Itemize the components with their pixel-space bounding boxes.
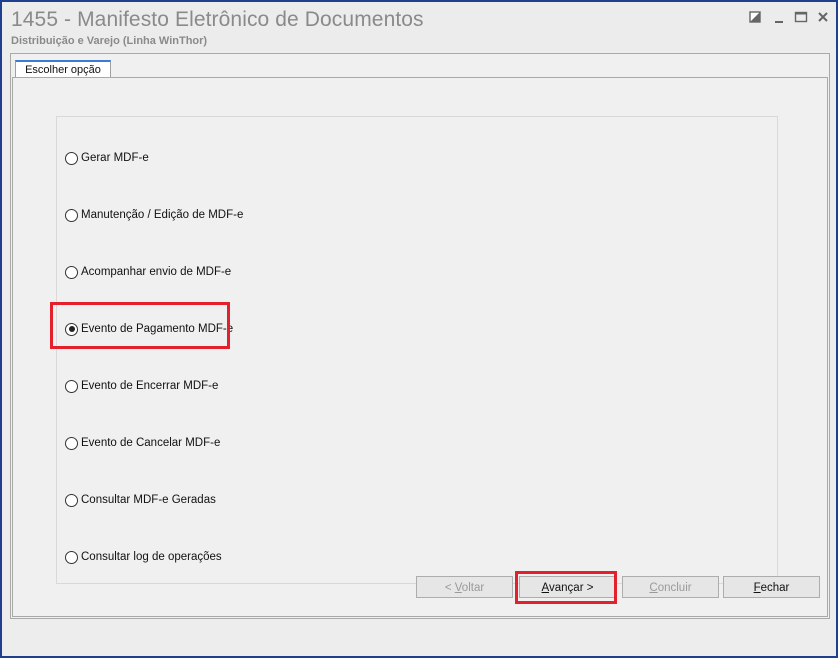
finish-button-label: oncluir [657,582,692,594]
option-gerar-mdfe[interactable]: Gerar MDF-e [65,150,149,166]
radio-button[interactable] [65,151,78,165]
option-manutencao-edicao[interactable]: Manutenção / Edição de MDF-e [65,207,243,223]
window-title: 1455 - Manifesto Eletrônico de Documento… [11,8,424,31]
title-bar[interactable]: 1455 - Manifesto Eletrônico de Documento… [2,2,836,50]
radio-button[interactable] [65,550,78,564]
main-window: 1455 - Manifesto Eletrônico de Documento… [0,0,838,658]
finish-button-hotkey: C [649,582,658,594]
option-label: Consultar MDF-e Geradas [81,494,216,506]
back-button-label: oltar [461,582,485,594]
option-label: Consultar log de operações [81,551,222,563]
minimize-icon[interactable] [772,10,790,26]
option-label: Evento de Encerrar MDF-e [81,380,219,392]
option-label: Evento de Cancelar MDF-e [81,437,221,449]
option-label: Gerar MDF-e [81,152,149,164]
back-button[interactable]: < Voltar [416,576,513,598]
finish-button[interactable]: Concluir [622,576,719,598]
option-consultar-log[interactable]: Consultar log de operações [65,549,222,565]
close-button-label: echar [760,582,790,594]
radio-button[interactable] [65,379,78,393]
highlight-box-selected-option [50,302,230,349]
radio-button[interactable] [65,436,78,450]
option-consultar-geradas[interactable]: Consultar MDF-e Geradas [65,492,216,508]
option-label: Acompanhar envio de MDF-e [81,266,232,278]
option-label: Manutenção / Edição de MDF-e [81,209,244,221]
restore-icon[interactable] [748,10,766,26]
radio-button[interactable] [65,265,78,279]
close-button[interactable]: Fechar [723,576,820,598]
close-button-hotkey: F [753,582,761,594]
maximize-icon[interactable] [794,10,812,26]
close-icon[interactable] [816,10,834,26]
option-evento-encerrar[interactable]: Evento de Encerrar MDF-e [65,378,218,394]
radio-button[interactable] [65,208,78,222]
option-acompanhar-envio[interactable]: Acompanhar envio de MDF-e [65,264,231,280]
back-button-hotkey: V [454,582,462,594]
option-evento-cancelar[interactable]: Evento de Cancelar MDF-e [65,435,220,451]
window-subtitle: Distribuição e Varejo (Linha WinThor) [11,35,208,47]
options-group: Gerar MDF-e Manutenção / Edição de MDF-e… [56,116,778,584]
radio-button[interactable] [65,493,78,507]
back-button-prefix: < [444,582,455,594]
highlight-box-next-button [515,571,617,604]
